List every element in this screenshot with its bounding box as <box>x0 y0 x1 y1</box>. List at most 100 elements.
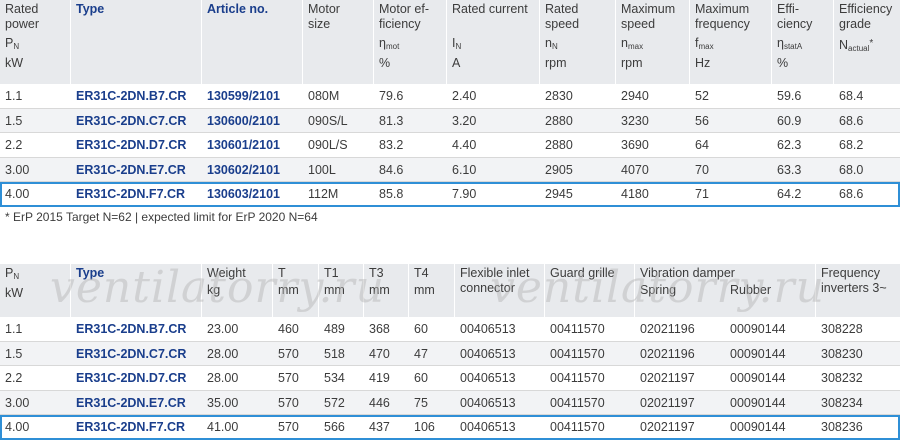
cell-type[interactable]: ER31C-2DN.C7.CR <box>71 342 186 366</box>
cell-mspeed: 3230 <box>621 113 649 128</box>
header-text: Motor ef- <box>379 2 430 16</box>
header-text: connector <box>460 281 515 295</box>
header-text: Efficiency <box>839 2 893 16</box>
cell-p: 4.00 <box>5 420 30 434</box>
symbol: n <box>621 36 628 50</box>
table-row-highlighted: 4.00 ER31C-2DN.F7.CR 41.00 570 566 437 106 0040… <box>0 415 900 440</box>
cell-spring: 02021197 <box>640 420 695 434</box>
cell-inlet: 00406513 <box>460 346 516 361</box>
header-text: size <box>308 17 331 31</box>
table-row: 3.00 ER31C-2DN.E7.CR 130602/2101 100L 84.6 6.… <box>0 157 900 182</box>
cell-t3: 419 <box>369 371 390 385</box>
table-header: PN kW Type Weight kg T mm T1 mm T3 mm T4… <box>0 264 900 317</box>
header-text: Frequency <box>821 266 881 280</box>
unit: mm <box>278 283 299 297</box>
header-text: power <box>5 17 40 31</box>
table-row: 1.5 ER31C-2DN.C7.CR 28.00 570 518 470 47 004065… <box>0 341 900 366</box>
cell-type[interactable]: ER31C-2DN.F7.CR <box>71 415 185 439</box>
unit: kW <box>5 286 24 300</box>
symbol: N <box>839 38 849 52</box>
cell-mfreq: 52 <box>695 89 709 103</box>
cell-meff: 83.2 <box>379 138 404 152</box>
cell-mspeed: 4070 <box>621 162 649 177</box>
table-body: 1.1 ER31C-2DN.B7.CR 23.00 460 489 368 60 004065… <box>0 317 900 440</box>
unit: % <box>777 56 789 70</box>
header-text: speed <box>545 17 580 31</box>
cell-current: 2.40 <box>452 89 477 103</box>
cell-article[interactable]: 130600/2101 <box>202 109 280 133</box>
subscript: N <box>13 42 20 51</box>
header-text: Effi- <box>777 2 799 16</box>
cell-type[interactable]: ER31C-2DN.E7.CR <box>71 391 186 415</box>
header-text: Type <box>76 2 105 16</box>
cell-motor: 100L <box>308 162 336 177</box>
col-efficiency: Effi- ciency ηstatA % <box>772 0 834 84</box>
header-text: T <box>278 266 286 280</box>
cell-eff: 63.3 <box>777 162 802 177</box>
cell-article[interactable]: 130599/2101 <box>202 84 280 108</box>
cell-type[interactable]: ER31C-2DN.D7.CR <box>71 366 186 390</box>
cell-mspeed: 4180 <box>621 187 649 201</box>
header-text: Guard grille <box>550 266 615 280</box>
cell-t4: 75 <box>414 395 428 410</box>
cell-weight: 35.00 <box>207 395 239 410</box>
cell-article[interactable]: 130602/2101 <box>202 158 280 182</box>
col-motor-size: Motor size <box>303 0 374 84</box>
col-power: PN kW <box>0 264 71 317</box>
cell-type[interactable]: ER31C-2DN.C7.CR <box>71 109 186 133</box>
cell-rubber: 00090144 <box>730 346 786 361</box>
cell-t4: 106 <box>414 420 435 434</box>
cell-freq: 308236 <box>821 420 863 434</box>
col-t: T mm <box>273 264 319 317</box>
cell-type[interactable]: ER31C-2DN.D7.CR <box>71 133 186 157</box>
header-text: Article no. <box>207 2 269 16</box>
cell-type[interactable]: ER31C-2DN.E7.CR <box>71 158 186 182</box>
col-type: Type <box>71 264 202 317</box>
cell-p: 1.1 <box>5 322 23 336</box>
cell-rubber: 00090144 <box>730 420 786 434</box>
cell-p: 1.1 <box>5 89 23 103</box>
cell-type[interactable]: ER31C-2DN.F7.CR <box>71 182 185 206</box>
cell-current: 6.10 <box>452 162 477 177</box>
cell-grade: 68.6 <box>839 187 864 201</box>
cell-rubber: 00090144 <box>730 322 786 336</box>
cell-mfreq: 64 <box>695 138 709 152</box>
subscript: N <box>551 42 558 51</box>
header-text: T4 <box>414 266 429 280</box>
col-t3: T3 mm <box>364 264 409 317</box>
cell-weight: 28.00 <box>207 346 239 361</box>
symbol: η <box>777 36 784 50</box>
col-efficiency-grade: Efficiency grade Nactual* <box>834 0 900 84</box>
col-max-speed: Maximum speed nmax rpm <box>616 0 690 84</box>
cell-spring: 02021197 <box>640 395 695 410</box>
cell-grille: 00411570 <box>550 346 605 361</box>
cell-grille: 00411570 <box>550 395 605 410</box>
cell-type[interactable]: ER31C-2DN.B7.CR <box>71 317 186 341</box>
subscript: max <box>627 42 644 51</box>
cell-article[interactable]: 130601/2101 <box>202 133 280 157</box>
cell-meff: 79.6 <box>379 89 404 103</box>
header-text: ficiency <box>379 17 421 31</box>
cell-rspeed: 2905 <box>545 162 573 177</box>
accessories-table: PN kW Type Weight kg T mm T1 mm T3 mm T4… <box>0 264 900 440</box>
unit: A <box>452 56 461 70</box>
header-text: Flexible inlet <box>460 266 530 280</box>
header-text: Type <box>76 266 105 280</box>
table-row: 2.2 ER31C-2DN.D7.CR 130601/2101 090L/S 83.2 4… <box>0 133 900 158</box>
unit: kW <box>5 56 24 70</box>
col-article: Article no. <box>202 0 303 84</box>
subscript: statA <box>783 42 803 51</box>
header-text: Weight <box>207 266 246 280</box>
cell-article[interactable]: 130603/2101 <box>202 182 280 206</box>
cell-type[interactable]: ER31C-2DN.B7.CR <box>71 84 186 108</box>
unit: Hz <box>695 56 711 70</box>
cell-p: 2.2 <box>5 371 23 385</box>
header-text: Rated <box>5 2 39 16</box>
table-row: 1.1 ER31C-2DN.B7.CR 23.00 460 489 368 60 004065… <box>0 317 900 342</box>
cell-p: 3.00 <box>5 395 30 410</box>
subscript: mot <box>385 42 400 51</box>
cell-meff: 81.3 <box>379 113 404 128</box>
header-text: T1 <box>324 266 339 280</box>
unit: rpm <box>621 56 643 70</box>
header-text: grade <box>839 17 871 31</box>
